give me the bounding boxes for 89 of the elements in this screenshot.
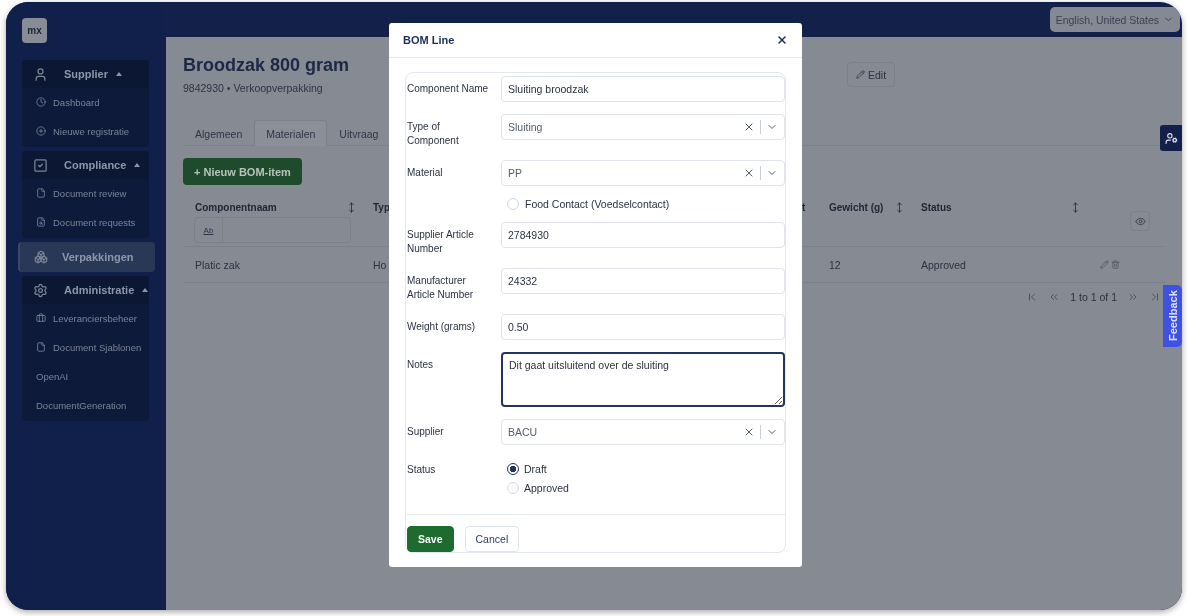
text-field[interactable]: 24332 xyxy=(501,268,785,294)
table-cell: Platic zak xyxy=(195,258,240,271)
column-header: Gewicht (g) xyxy=(829,201,884,213)
pencil-icon[interactable] xyxy=(1100,260,1109,269)
field-label: Weight (grams) xyxy=(407,320,477,334)
next-page-button[interactable] xyxy=(1127,291,1139,303)
filter-field[interactable]: Ab xyxy=(194,217,351,243)
sort-icon xyxy=(346,201,357,213)
caret-icon xyxy=(134,163,141,167)
radio-button[interactable] xyxy=(507,463,519,475)
nav-item[interactable]: Document review xyxy=(22,179,149,208)
dialog-title: BOM Line xyxy=(403,34,455,46)
nav-group-header[interactable]: Supplier xyxy=(22,60,149,88)
clear-icon xyxy=(743,121,755,133)
cancel-button[interactable]: Cancel xyxy=(464,526,520,552)
close-button[interactable] xyxy=(776,34,788,46)
field-label: Notes xyxy=(407,358,435,372)
tab[interactable]: Uitvraag xyxy=(327,120,391,146)
field-label: Supplier Article Number xyxy=(407,228,475,256)
radio-label[interactable]: Approved xyxy=(524,482,569,494)
nav-item[interactable]: Document Sjablonen xyxy=(22,333,149,362)
last-page-button[interactable] xyxy=(1149,291,1161,303)
select-field[interactable]: Sluiting xyxy=(501,114,785,140)
nav-group-header[interactable]: Administratie xyxy=(22,276,149,304)
eye-icon xyxy=(1134,215,1146,227)
nav-group-header[interactable]: Compliance xyxy=(22,151,149,179)
text-field[interactable]: 0.50 xyxy=(501,314,785,340)
nav-item[interactable]: DocumentGeneration xyxy=(22,391,149,420)
clear-icon xyxy=(743,426,755,438)
plus-circle-icon xyxy=(36,126,46,136)
page-subtitle: 9842930 • Verkoopverpakking xyxy=(183,82,323,94)
tab[interactable]: Materialen xyxy=(254,120,328,146)
gear-icon xyxy=(33,282,48,298)
user-icon xyxy=(33,66,48,82)
nav-item[interactable]: Document requests xyxy=(22,208,149,237)
file-search-icon xyxy=(36,217,46,227)
column-header: t xyxy=(802,201,806,213)
table-cell: Ho xyxy=(373,258,387,271)
page-title: Broodzak 800 gram xyxy=(183,55,350,76)
radio-label[interactable]: Draft xyxy=(524,463,547,475)
nav-item[interactable]: Nieuwe registratie xyxy=(22,117,149,146)
field-label: Status xyxy=(407,463,437,477)
checkbox-label[interactable]: Food Contact (Voedselcontact) xyxy=(507,198,785,210)
table-cell: 12 xyxy=(829,258,841,271)
save-button[interactable]: Save xyxy=(407,526,454,552)
clear-icon xyxy=(743,167,755,179)
check-square-icon xyxy=(33,157,48,173)
language-select[interactable]: English, United States xyxy=(1049,7,1180,32)
tab[interactable]: Algemeen xyxy=(183,120,255,146)
column-header: Typ xyxy=(373,201,391,213)
select-field[interactable]: BACU xyxy=(501,419,785,445)
logo: mx xyxy=(22,18,47,43)
field-label: Component Name xyxy=(407,82,490,96)
caret-icon xyxy=(142,288,149,292)
field-label: Supplier xyxy=(407,425,445,439)
nav-item[interactable]: Verpakkingen xyxy=(18,242,155,272)
caret-icon xyxy=(116,72,122,76)
column-header: Componentnaam xyxy=(195,201,277,213)
nav-item[interactable]: Leveranciersbeheer xyxy=(22,304,149,333)
pencil-icon xyxy=(856,70,865,79)
checkbox[interactable] xyxy=(507,198,519,210)
user-gear-icon xyxy=(1164,131,1178,145)
nav-item[interactable]: OpenAI xyxy=(22,362,149,391)
sort-icon xyxy=(894,201,905,213)
sort-icon xyxy=(1070,201,1081,213)
clock-icon xyxy=(36,97,46,107)
file-icon xyxy=(36,342,46,352)
briefcase-icon xyxy=(36,313,46,323)
field-label: Material xyxy=(407,166,444,180)
file-icon xyxy=(36,188,46,198)
text-field[interactable]: 2784930 xyxy=(501,222,785,248)
previous-page-button[interactable] xyxy=(1048,291,1061,303)
nav-item[interactable]: Dashboard xyxy=(22,88,149,117)
feedback-tab[interactable]: Feedback xyxy=(1163,285,1182,347)
column-header: Status xyxy=(921,201,952,213)
trash-icon[interactable] xyxy=(1111,260,1120,269)
notes-field[interactable]: Dit gaat uitsluitend over de sluiting xyxy=(501,352,785,407)
select-field[interactable]: PP xyxy=(501,160,785,186)
filter-type-button[interactable]: Ab xyxy=(195,218,223,242)
field-label: Type of Component xyxy=(407,120,460,148)
edit-button[interactable]: Edit xyxy=(847,62,896,87)
text-field[interactable]: Sluiting broodzak xyxy=(501,76,785,102)
visibility-button[interactable] xyxy=(1130,211,1150,231)
boxes-icon xyxy=(34,250,48,264)
pagination-text: 1 to 1 of 1 xyxy=(1070,291,1117,303)
new-item-button[interactable]: + Nieuw BOM-item xyxy=(183,158,302,185)
field-label: Manufacturer Article Number xyxy=(407,274,475,302)
user-settings-button[interactable] xyxy=(1160,125,1182,151)
table-cell: Approved xyxy=(921,258,966,271)
